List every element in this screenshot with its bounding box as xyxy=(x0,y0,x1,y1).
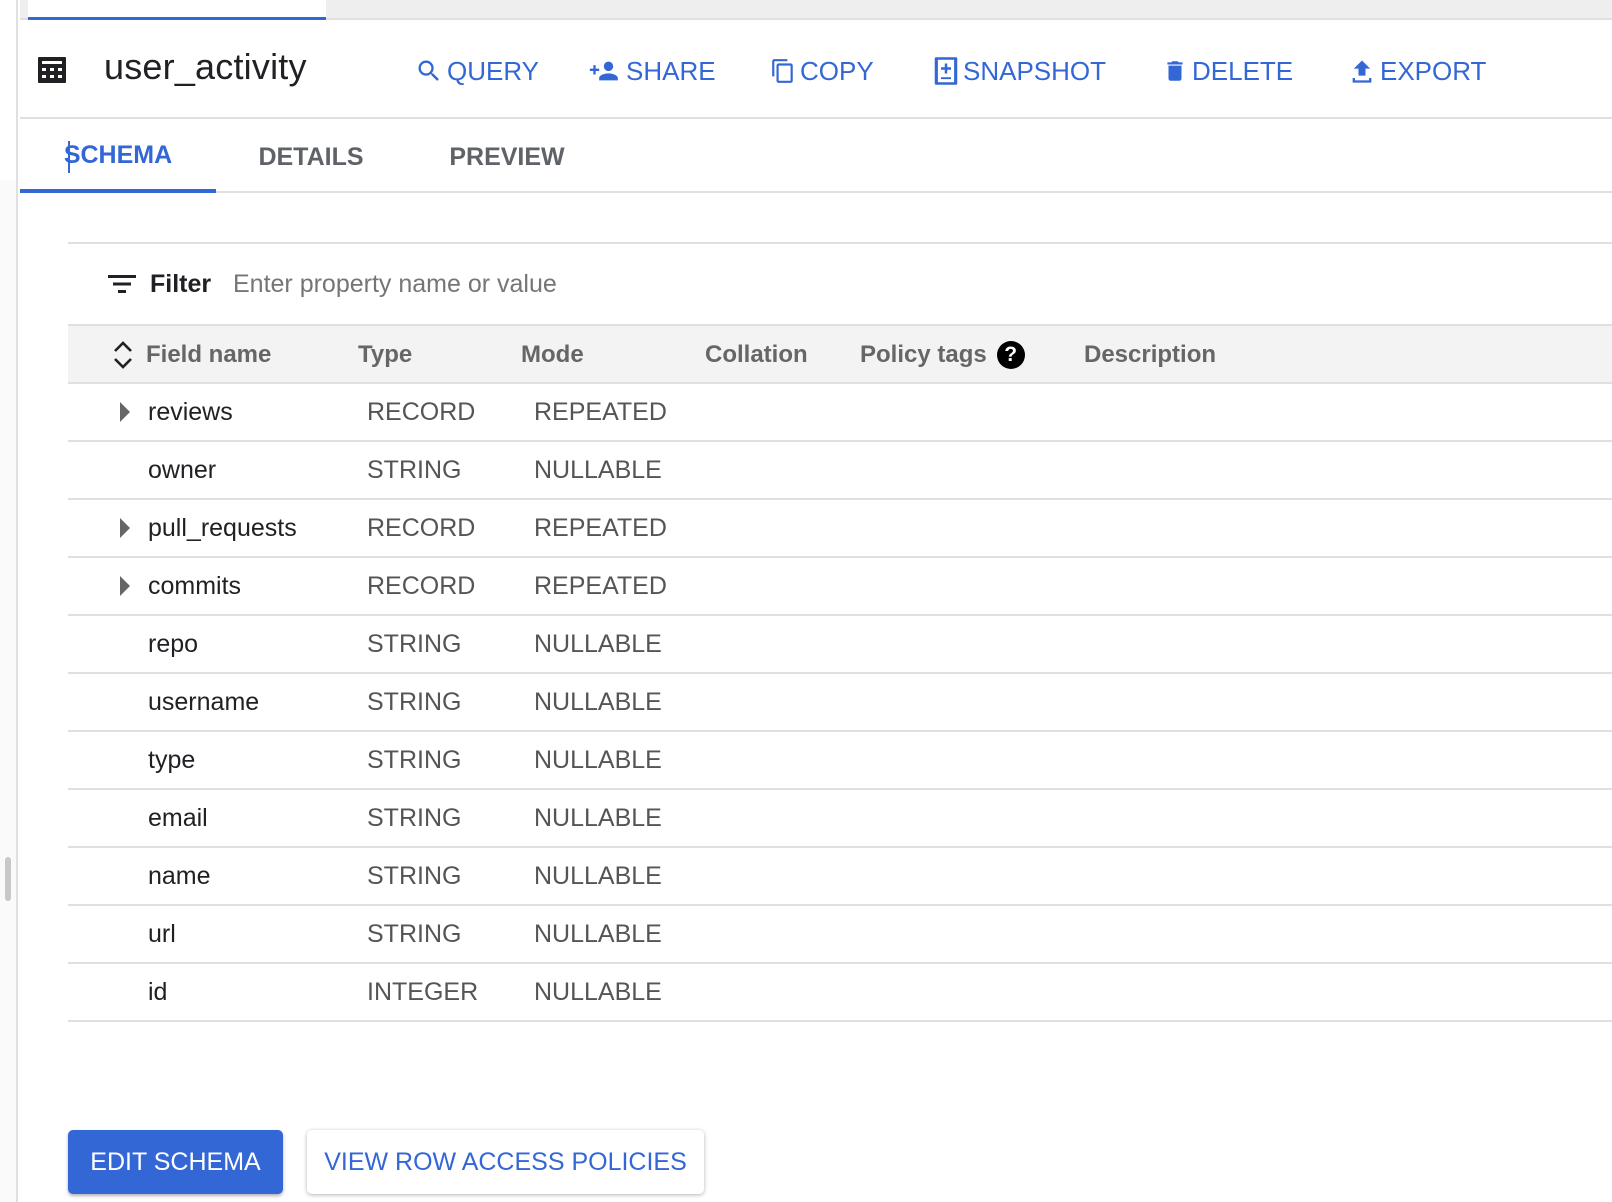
edit-schema-button[interactable]: EDIT SCHEMA xyxy=(68,1130,283,1194)
field-name-cell: email xyxy=(148,803,208,832)
tab-details[interactable]: DETAILS xyxy=(216,121,406,193)
mode-cell: NULLABLE xyxy=(534,919,662,948)
field-name-cell: pull_requests xyxy=(148,513,297,542)
mode-cell: NULLABLE xyxy=(534,977,662,1006)
column-header-field-name[interactable]: Field name xyxy=(146,326,271,384)
editor-tab-strip xyxy=(20,0,1612,20)
mode-cell: REPEATED xyxy=(534,397,667,426)
left-gutter xyxy=(0,0,18,1202)
tab-preview[interactable]: PREVIEW xyxy=(406,121,608,193)
trash-icon xyxy=(1167,61,1183,81)
type-cell: RECORD xyxy=(367,513,476,542)
type-cell: STRING xyxy=(367,861,462,890)
field-name-cell: id xyxy=(148,977,168,1006)
table-row[interactable]: name STRING NULLABLE xyxy=(68,848,1612,906)
active-editor-tab[interactable] xyxy=(28,0,326,20)
copy-label: COPY xyxy=(800,55,874,86)
mode-cell: NULLABLE xyxy=(534,861,662,890)
type-cell: STRING xyxy=(367,629,462,658)
table-row[interactable]: commits RECORD REPEATED xyxy=(68,558,1612,616)
share-label: SHARE xyxy=(626,55,716,86)
field-name-cell: type xyxy=(148,745,196,774)
column-header-collation: Collation xyxy=(705,341,808,368)
filter-icon[interactable] xyxy=(108,274,136,294)
snapshot-button[interactable]: SNAPSHOT xyxy=(933,54,1106,88)
field-name-cell: commits xyxy=(148,571,242,600)
type-cell: STRING xyxy=(367,803,462,832)
field-name-cell: repo xyxy=(148,629,199,658)
column-header-policy-tags: Policy tags ? xyxy=(860,326,1025,384)
search-icon xyxy=(418,60,439,81)
view-row-access-policies-button[interactable]: VIEW ROW ACCESS POLICIES xyxy=(307,1130,704,1194)
filter-input[interactable] xyxy=(233,264,933,304)
tab-details-label: DETAILS xyxy=(258,142,364,171)
table-row[interactable]: type STRING NULLABLE xyxy=(68,732,1612,790)
gutter-top xyxy=(0,0,16,180)
table-row[interactable]: pull_requests RECORD REPEATED xyxy=(68,500,1612,558)
detail-tabs: SCHEMA DETAILS PREVIEW xyxy=(20,121,1612,193)
table-row[interactable]: id INTEGER NULLABLE xyxy=(68,964,1612,1022)
schema-table: Field name Type Mode Collation Policy ta… xyxy=(68,324,1612,1022)
type-cell: INTEGER xyxy=(367,977,479,1006)
sort-icon[interactable] xyxy=(112,338,134,372)
column-header-mode: Mode xyxy=(521,341,584,368)
query-button[interactable]: QUERY xyxy=(415,54,539,88)
tab-preview-label: PREVIEW xyxy=(449,142,565,171)
help-icon[interactable]: ? xyxy=(996,341,1025,369)
filter-label: Filter xyxy=(150,270,212,298)
field-name-cell: name xyxy=(148,861,211,890)
upload-icon xyxy=(1352,60,1372,83)
mode-cell: NULLABLE xyxy=(534,687,662,716)
table-row[interactable]: reviews RECORD REPEATED xyxy=(68,384,1612,442)
table-title: user_activity xyxy=(104,46,307,87)
person-add-icon xyxy=(589,61,618,81)
field-name-cell: reviews xyxy=(148,397,233,426)
table-row[interactable]: owner STRING NULLABLE xyxy=(68,442,1612,500)
delete-label: DELETE xyxy=(1192,55,1294,86)
export-button[interactable]: EXPORT xyxy=(1348,54,1486,88)
mode-cell: NULLABLE xyxy=(534,745,662,774)
snapshot-label: SNAPSHOT xyxy=(963,55,1107,86)
mode-cell: REPEATED xyxy=(534,571,667,600)
type-cell: RECORD xyxy=(367,397,476,426)
table-header-row: Field name Type Mode Collation Policy ta… xyxy=(68,324,1612,384)
tab-schema[interactable]: SCHEMA xyxy=(20,121,216,193)
column-header-type: Type xyxy=(358,341,413,368)
table-row[interactable]: url STRING NULLABLE xyxy=(68,906,1612,964)
table-grid-icon xyxy=(38,57,66,83)
type-cell: RECORD xyxy=(367,571,476,600)
table-row[interactable]: repo STRING NULLABLE xyxy=(68,616,1612,674)
mode-cell: NULLABLE xyxy=(534,803,662,832)
filter-bar: Filter xyxy=(68,242,1612,324)
export-label: EXPORT xyxy=(1380,55,1487,86)
expand-arrow-icon[interactable] xyxy=(118,516,132,540)
mode-cell: REPEATED xyxy=(534,513,667,542)
type-cell: STRING xyxy=(367,919,462,948)
policy-tags-label: Policy tags xyxy=(860,341,987,368)
resize-handle[interactable] xyxy=(5,857,11,901)
tab-schema-label: SCHEMA xyxy=(63,140,173,169)
text-caret xyxy=(68,141,70,173)
field-name-cell: url xyxy=(148,919,176,948)
mode-cell: NULLABLE xyxy=(534,455,662,484)
field-name-cell: owner xyxy=(148,455,217,484)
snapshot-icon xyxy=(934,57,958,85)
share-button[interactable]: SHARE xyxy=(588,54,716,88)
field-name-cell: username xyxy=(148,687,260,716)
copy-button[interactable]: COPY xyxy=(770,54,874,88)
table-body: reviews RECORD REPEATED owner STRING NULLABLE… xyxy=(68,384,1612,1022)
table-row[interactable]: email STRING NULLABLE xyxy=(68,790,1612,848)
type-cell: STRING xyxy=(367,745,462,774)
table-row[interactable]: username STRING NULLABLE xyxy=(68,674,1612,732)
query-label: QUERY xyxy=(447,55,539,86)
expand-arrow-icon[interactable] xyxy=(118,574,132,598)
delete-button[interactable]: DELETE xyxy=(1162,54,1293,88)
table-header: user_activity QUERY SHARE COPY SNAPSHOT … xyxy=(20,20,1612,119)
column-header-description: Description xyxy=(1084,341,1217,368)
type-cell: STRING xyxy=(367,687,462,716)
mode-cell: NULLABLE xyxy=(534,629,662,658)
type-cell: STRING xyxy=(367,455,462,484)
expand-arrow-icon[interactable] xyxy=(118,400,132,424)
copy-icon xyxy=(772,59,793,83)
